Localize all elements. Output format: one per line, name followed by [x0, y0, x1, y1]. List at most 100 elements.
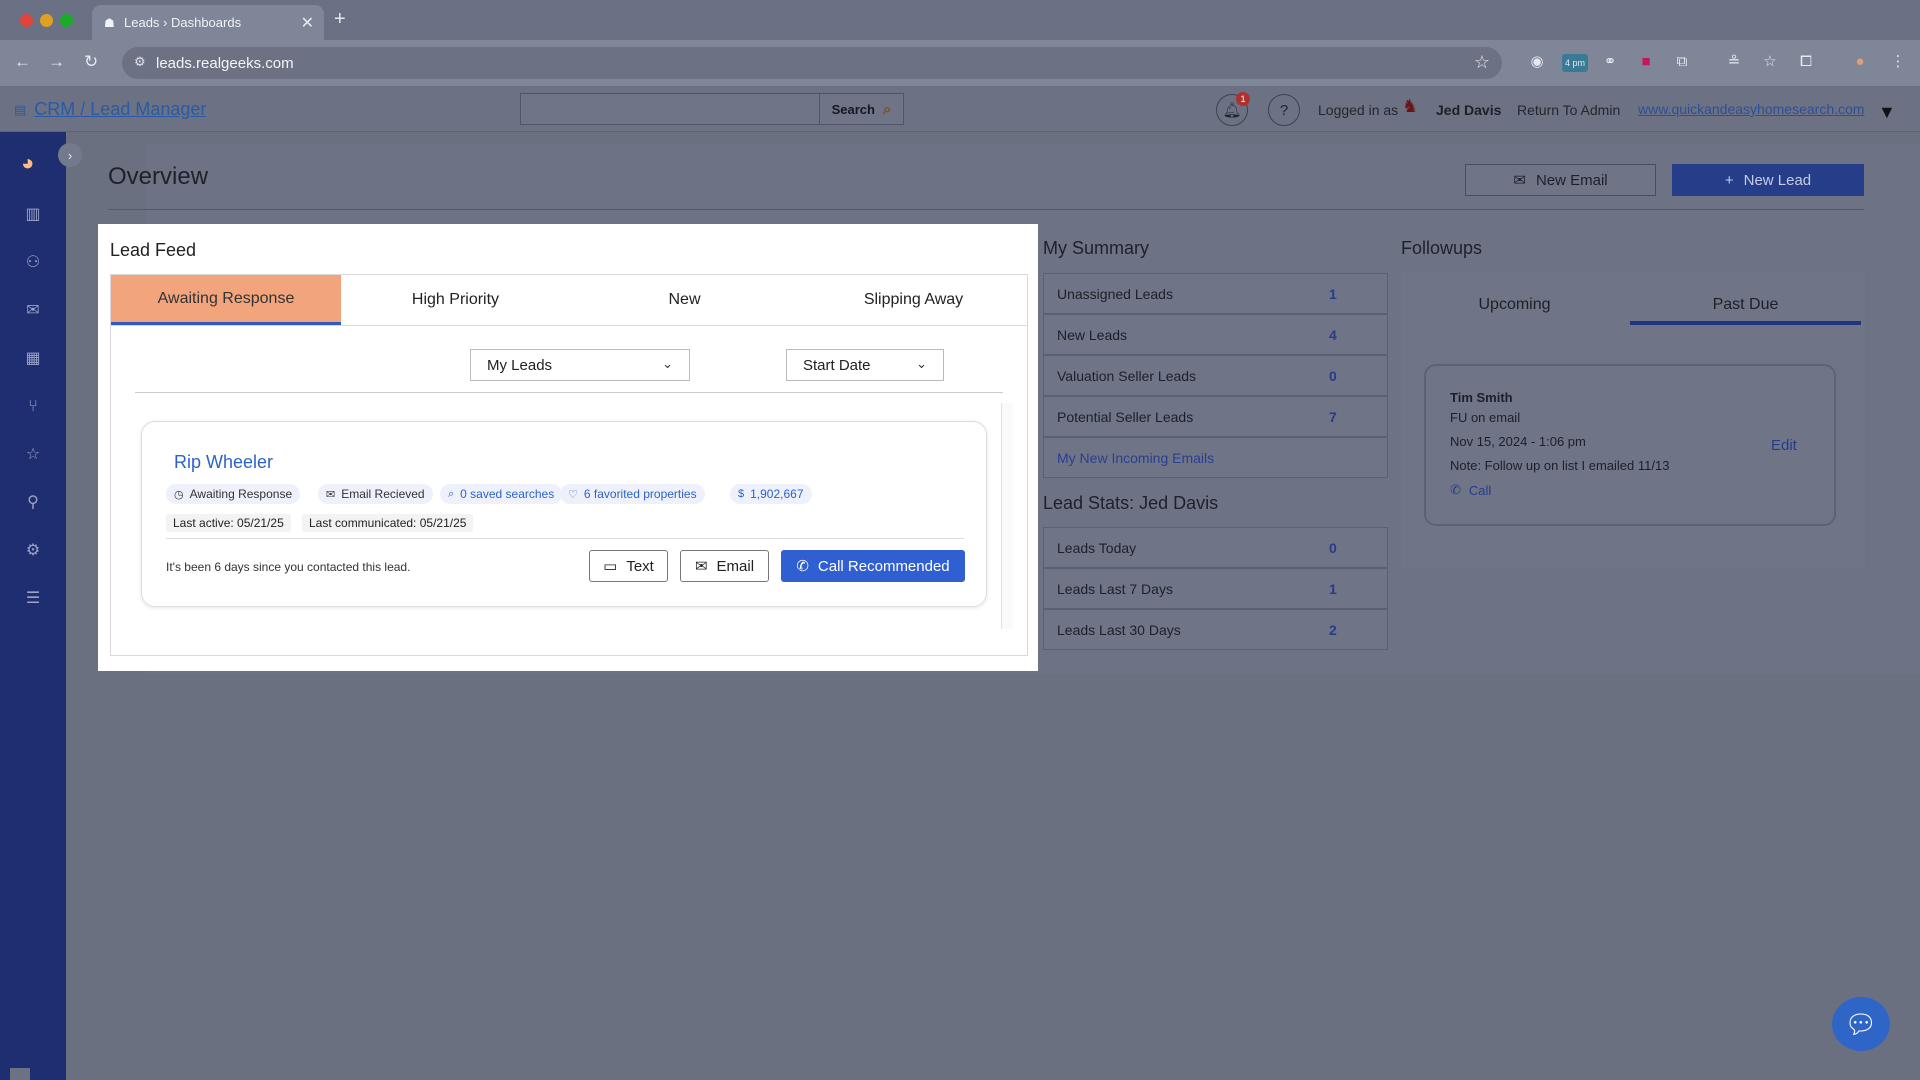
chat-icon: 💬︎: [1844, 1008, 1878, 1039]
browser-menu-icon[interactable]: ⋮: [1888, 52, 1908, 72]
money-extension-icon[interactable]: ■: [1636, 52, 1656, 72]
text-button[interactable]: ▭ Text: [589, 550, 668, 582]
summary-value[interactable]: 1: [1329, 286, 1337, 302]
lead-feed-box: Awaiting Response High Priority New Slip…: [110, 274, 1028, 656]
site-settings-icon[interactable]: ⚙: [134, 54, 146, 70]
owner-filter-select[interactable]: My Leads ⌄: [470, 349, 690, 381]
tab-new[interactable]: New: [570, 275, 799, 325]
summary-row[interactable]: Valuation Seller Leads 0: [1043, 355, 1388, 396]
sidebar-item-agents-icon[interactable]: ⚲: [22, 492, 44, 514]
contact-note: It's been 6 days since you contacted thi…: [166, 560, 411, 574]
stats-label: Leads Last 7 Days: [1057, 580, 1173, 597]
mail-icon: ✉: [326, 488, 336, 501]
feed-scrollbar[interactable]: [1001, 403, 1013, 629]
tab-awaiting-response[interactable]: Awaiting Response: [111, 275, 341, 325]
sidebar-item-calendar-icon[interactable]: ▦: [22, 348, 44, 370]
followup-call-link[interactable]: ✆ Call: [1450, 482, 1491, 498]
tab-close-icon[interactable]: ✕: [301, 13, 314, 33]
address-bar[interactable]: ⚙ leads.realgeeks.com ☆: [122, 47, 1502, 79]
summary-value[interactable]: 7: [1329, 409, 1337, 425]
stats-value[interactable]: 0: [1329, 540, 1337, 556]
return-to-admin-link[interactable]: Return To Admin: [1517, 102, 1620, 118]
user-name: Jed Davis: [1436, 102, 1502, 118]
new-tab-icon[interactable]: +: [334, 8, 346, 31]
help-button[interactable]: ?: [1268, 94, 1300, 126]
sort-filter-select[interactable]: Start Date ⌄: [786, 349, 944, 381]
chevron-down-icon: ⌄: [916, 356, 927, 371]
summary-row[interactable]: New Leads 4: [1043, 314, 1388, 355]
sidebar-item-reports-icon[interactable]: ▥: [22, 204, 44, 226]
minimize-window-icon[interactable]: [40, 14, 53, 27]
site-link[interactable]: www.quickandeasyhomesearch.com: [1638, 101, 1864, 117]
heart-icon: ♡: [568, 488, 578, 501]
crm-title-link[interactable]: ▤ CRM / Lead Manager: [14, 99, 206, 120]
summary-row[interactable]: Unassigned Leads 1: [1043, 273, 1388, 314]
notifications-button[interactable]: 🔔︎ 1: [1216, 92, 1250, 126]
sidebar-item-leads-icon[interactable]: ⚇: [22, 252, 44, 274]
tab-high-priority[interactable]: High Priority: [341, 275, 570, 325]
summary-row[interactable]: Potential Seller Leads 7: [1043, 396, 1388, 437]
tab-title: Leads › Dashboards: [124, 15, 242, 30]
stats-value[interactable]: 1: [1329, 581, 1337, 597]
site-dropdown-icon[interactable]: ▼: [1878, 102, 1896, 123]
saved-searches-chip[interactable]: ⌕ 0 saved searches: [440, 484, 563, 504]
maximize-window-icon[interactable]: [60, 14, 73, 27]
bookmark-star-icon[interactable]: ☆: [1474, 52, 1490, 73]
forward-icon[interactable]: →: [48, 52, 65, 72]
saved-searches-label: 0 saved searches: [460, 487, 555, 501]
followup-edit-link[interactable]: Edit: [1771, 437, 1797, 454]
stats-row[interactable]: Leads Last 7 Days 1: [1043, 568, 1388, 609]
stats-value[interactable]: 2: [1329, 622, 1337, 638]
owner-filter-value: My Leads: [487, 356, 553, 374]
followup-name[interactable]: Tim Smith: [1450, 390, 1513, 405]
summary-value[interactable]: 0: [1329, 368, 1337, 384]
brand-logo-icon: ◕: [21, 150, 35, 175]
new-email-button[interactable]: ✉ New Email: [1465, 164, 1656, 196]
user-avatar-icon: ♞: [1402, 96, 1419, 116]
tab-search-icon[interactable]: ⧠: [1796, 52, 1816, 72]
extensions-puzzle-icon[interactable]: ⧉: [1672, 52, 1692, 72]
sidebar-item-tasks-icon[interactable]: ☰: [22, 588, 44, 610]
new-lead-button[interactable]: + New Lead: [1672, 164, 1864, 196]
status-chip-label: Awaiting Response: [189, 487, 293, 501]
bookmarks-icon[interactable]: ☆: [1760, 52, 1780, 72]
search-label: Search: [831, 101, 875, 117]
incoming-emails-link[interactable]: My New Incoming Emails: [1043, 437, 1388, 478]
stats-label: Leads Today: [1057, 539, 1137, 556]
chat-support-button[interactable]: 💬︎: [1832, 997, 1890, 1051]
close-window-icon[interactable]: [20, 14, 33, 27]
summary-value[interactable]: 4: [1329, 327, 1337, 343]
favorites-chip[interactable]: ♡ 6 favorited properties: [560, 484, 705, 504]
sidebar-item-favorites-icon[interactable]: ☆: [22, 444, 44, 466]
sidebar-item-settings-icon[interactable]: ⚙: [22, 540, 44, 562]
link-extension-icon[interactable]: ⚭: [1600, 52, 1620, 72]
incognito-icon[interactable]: ≗: [1724, 52, 1744, 72]
tab-past-due[interactable]: Past Due: [1630, 287, 1861, 323]
summary-label: Unassigned Leads: [1057, 285, 1173, 302]
browser-tab[interactable]: ☗ Leads › Dashboards ✕: [92, 5, 324, 40]
card-divider: [166, 538, 964, 539]
profile-avatar-icon[interactable]: ●: [1850, 52, 1870, 72]
search-button[interactable]: Search ⌕: [820, 93, 904, 125]
phone-icon: ✆: [1450, 482, 1461, 497]
tab-upcoming[interactable]: Upcoming: [1399, 287, 1630, 323]
search-input[interactable]: [520, 93, 820, 125]
mail-icon: ✉: [694, 558, 708, 575]
sidebar-item-routing-icon[interactable]: ⑂: [22, 396, 44, 418]
tab-slipping-away[interactable]: Slipping Away: [799, 275, 1028, 325]
email-button[interactable]: ✉ Email: [680, 550, 769, 582]
stats-row[interactable]: Leads Today 0: [1043, 527, 1388, 568]
browser-tab-bar: ☗ Leads › Dashboards ✕ +: [0, 0, 1920, 40]
calendar-extension-icon[interactable]: 4 pm: [1562, 54, 1588, 72]
tab-favicon-icon: ☗: [104, 16, 115, 30]
call-recommended-button[interactable]: ✆ Call Recommended: [781, 550, 965, 582]
lead-name-link[interactable]: Rip Wheeler: [174, 452, 273, 473]
sidebar-footer-toggle[interactable]: [10, 1068, 30, 1080]
sidebar-expand-icon[interactable]: ›: [58, 143, 82, 167]
password-extension-icon[interactable]: ◉: [1527, 52, 1547, 72]
reload-icon[interactable]: ↻: [84, 52, 98, 72]
back-icon[interactable]: ←: [14, 52, 31, 72]
stats-row[interactable]: Leads Last 30 Days 2: [1043, 609, 1388, 650]
sidebar-item-email-icon[interactable]: ✉: [22, 300, 44, 322]
followup-datetime: Nov 15, 2024 - 1:06 pm: [1450, 434, 1586, 449]
